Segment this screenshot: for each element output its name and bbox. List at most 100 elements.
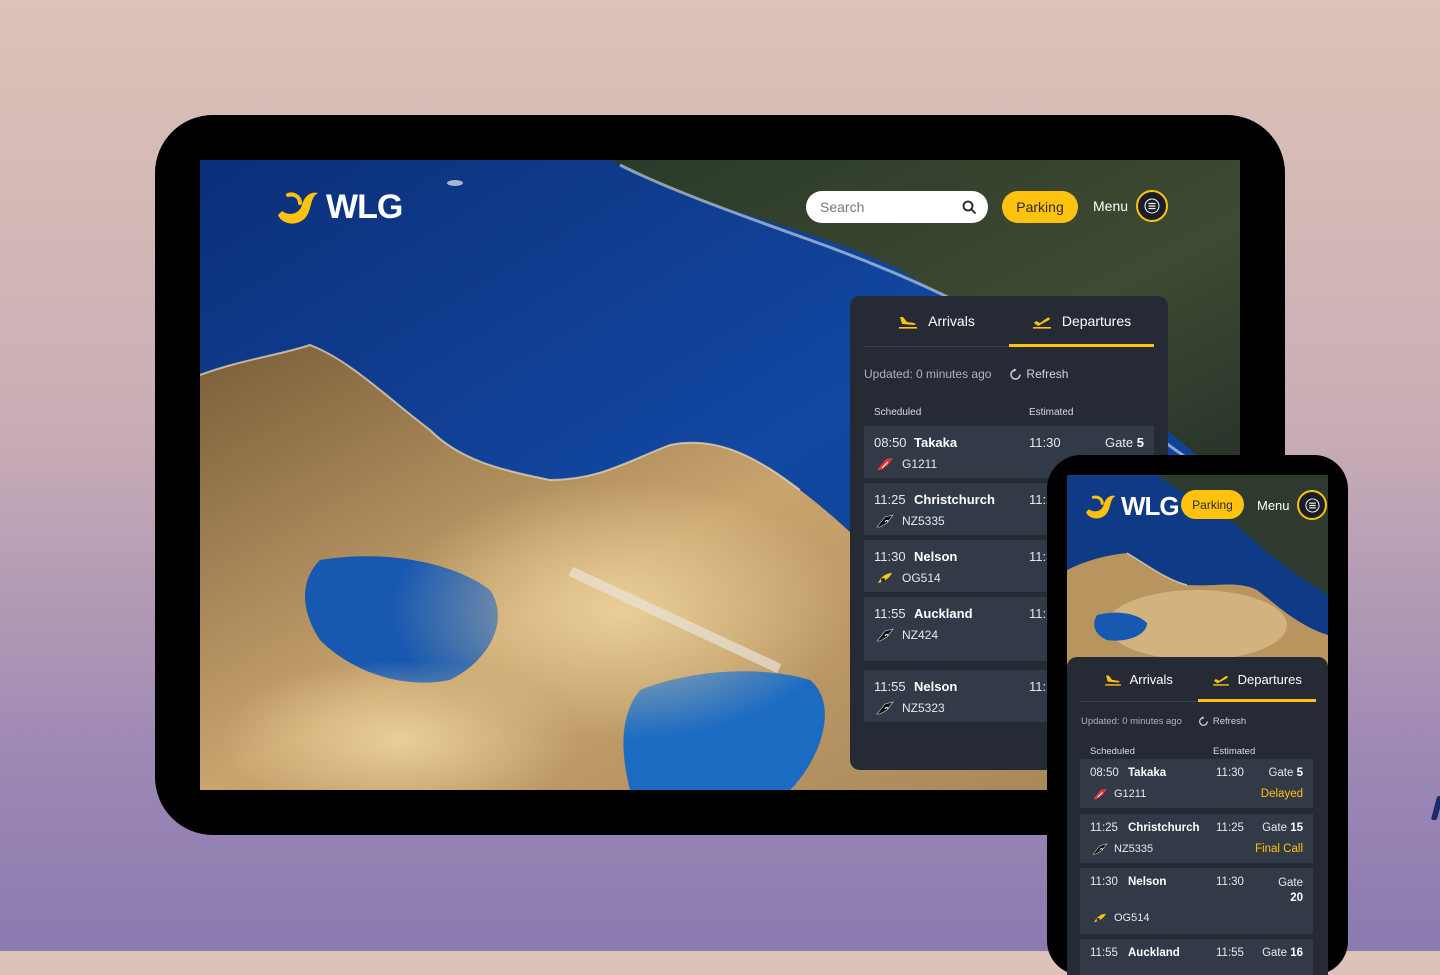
flight-number: G1211 — [876, 457, 937, 471]
originair-icon — [1094, 913, 1106, 923]
refresh-label: Refresh — [1212, 716, 1247, 727]
bird-logo-icon — [1086, 495, 1116, 518]
gate: Gate 15 — [1262, 822, 1303, 834]
updated-text: Updated: 0 minutes ago — [1081, 716, 1182, 727]
air-new-zealand-icon — [876, 701, 894, 715]
destination: Takaka — [914, 435, 958, 450]
tab-arrivals-label: Arrivals — [928, 313, 975, 329]
parking-button[interactable]: Parking — [1002, 191, 1078, 223]
air-new-zealand-icon — [876, 514, 894, 528]
edge-decoration — [1430, 796, 1440, 820]
menu-button[interactable] — [1136, 190, 1168, 222]
flight-number: G1211 — [1092, 788, 1146, 800]
flight-number: NZ424 — [876, 628, 938, 642]
col-scheduled: Scheduled — [1090, 746, 1135, 757]
estimated-time: 11:30 — [1216, 767, 1244, 779]
flight-number: OG514 — [1092, 912, 1149, 924]
destination: Takaka — [1128, 767, 1167, 779]
gate: Gate 5 — [1268, 767, 1303, 779]
logo-text: WLG — [1121, 491, 1180, 521]
flight-board-panel: Arrivals Departures Updated: 0 minutes a… — [1067, 657, 1328, 975]
flight-number: NZ5335 — [876, 514, 945, 528]
phone-device: WLG Parking Menu Arrivals Departures Upd… — [1047, 455, 1348, 975]
estimated-time: 11:55 — [1216, 947, 1244, 959]
gate: Gate 20 — [1278, 877, 1303, 904]
menu-label[interactable]: Menu — [1093, 198, 1128, 214]
bird-logo-icon — [278, 192, 318, 224]
flight-tabs: Arrivals Departures — [864, 296, 1154, 347]
scheduled-time: 08:50 — [1090, 767, 1119, 779]
tab-arrivals[interactable]: Arrivals — [864, 296, 1009, 346]
plane-arrival-icon — [1104, 675, 1121, 686]
flight-tabs: Arrivals Departures — [1079, 657, 1316, 702]
column-headers: Scheduled Estimated — [1067, 746, 1328, 757]
air-new-zealand-icon — [1092, 843, 1108, 855]
tab-departures-label: Departures — [1237, 671, 1302, 687]
scheduled-time: 11:25 — [1090, 822, 1118, 834]
estimated-time: 11:30 — [1029, 435, 1061, 450]
scheduled-time: 11:30 — [1090, 876, 1118, 888]
status-badge: Final Call — [1255, 843, 1303, 855]
refresh-button[interactable]: Refresh — [1009, 367, 1068, 381]
tab-departures[interactable]: Departures — [1009, 296, 1154, 347]
scheduled-time: 11:55 — [874, 606, 906, 621]
table-row[interactable]: 11:30 Nelson 11:30 Gate 20 OG514 — [1080, 868, 1313, 934]
col-estimated: Estimated — [1213, 746, 1256, 757]
scheduled-time: 11:55 — [1090, 947, 1118, 959]
destination: Nelson — [914, 549, 958, 564]
flight-number: NZ5335 — [1092, 843, 1153, 855]
tab-arrivals[interactable]: Arrivals — [1079, 657, 1198, 701]
gate: Gate 5 — [1104, 435, 1144, 450]
scheduled-time: 11:30 — [874, 549, 906, 564]
refresh-label: Refresh — [1026, 367, 1069, 381]
plane-arrival-icon — [899, 317, 918, 329]
scheduled-time: 11:55 — [874, 679, 906, 694]
estimated-time: 11:30 — [1216, 876, 1244, 888]
plane-departure-icon — [1032, 317, 1051, 329]
table-row[interactable]: 11:25 Christchurch 11:25 Gate 15 NZ5335 … — [1080, 814, 1313, 863]
refresh-button[interactable]: Refresh — [1198, 716, 1246, 727]
updated-row: Updated: 0 minutes ago Refresh — [850, 367, 1168, 381]
search-input[interactable] — [818, 198, 952, 216]
table-row[interactable]: 08:50 Takaka 11:30 Gate 5 G1211 Delayed — [1080, 759, 1313, 808]
hamburger-icon — [1144, 198, 1160, 214]
originair-icon — [878, 573, 892, 583]
parking-button[interactable]: Parking — [1181, 490, 1244, 519]
updated-row: Updated: 0 minutes ago Refresh — [1067, 716, 1328, 727]
table-row[interactable]: 11:55 Auckland 11:55 Gate 16 — [1080, 939, 1313, 975]
gate: Gate 16 — [1262, 947, 1303, 959]
updated-text: Updated: 0 minutes ago — [864, 367, 992, 381]
flight-number: NZ5323 — [876, 701, 945, 715]
hamburger-icon — [1304, 497, 1320, 513]
air-new-zealand-icon — [876, 628, 894, 642]
tab-arrivals-label: Arrivals — [1129, 671, 1173, 687]
col-scheduled: Scheduled — [874, 407, 922, 418]
menu-label[interactable]: Menu — [1257, 498, 1290, 513]
logo-text: WLG — [326, 188, 403, 226]
destination: Nelson — [914, 679, 958, 694]
refresh-icon — [1010, 368, 1022, 380]
col-estimated: Estimated — [1029, 407, 1074, 418]
refresh-icon — [1198, 716, 1208, 726]
destination: Auckland — [914, 606, 973, 621]
destination: Christchurch — [1128, 822, 1200, 834]
estimated-time: 11:25 — [1216, 822, 1244, 834]
scheduled-time: 08:50 — [874, 435, 907, 450]
tab-departures-label: Departures — [1061, 313, 1132, 329]
wlg-logo[interactable]: WLG — [274, 188, 403, 227]
golden-bay-air-icon — [877, 458, 893, 470]
tab-departures[interactable]: Departures — [1197, 657, 1317, 702]
flight-number: OG514 — [876, 571, 941, 585]
scheduled-time: 11:25 — [874, 492, 906, 507]
destination: Christchurch — [914, 492, 995, 507]
status-badge: Delayed — [1260, 788, 1303, 800]
search-icon[interactable] — [962, 200, 976, 214]
column-headers: Scheduled Estimated — [850, 407, 1168, 418]
wlg-logo[interactable]: WLG — [1083, 491, 1180, 522]
golden-bay-air-icon — [1093, 788, 1107, 800]
plane-departure-icon — [1212, 676, 1229, 686]
search-box[interactable] — [806, 191, 988, 223]
phone-screen: WLG Parking Menu Arrivals Departures Upd… — [1067, 475, 1328, 975]
menu-button[interactable] — [1297, 490, 1327, 520]
destination: Nelson — [1128, 876, 1167, 888]
